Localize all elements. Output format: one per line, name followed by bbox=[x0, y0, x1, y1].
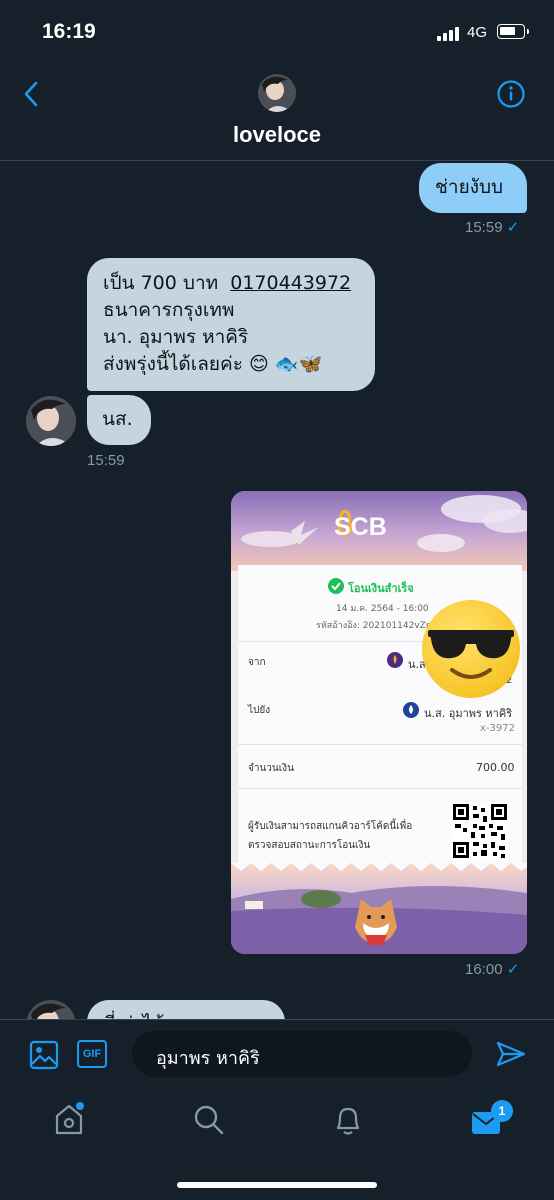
qr-note: ตรวจสอบสถานะการโอนเงิน bbox=[248, 840, 371, 851]
message-input-text[interactable]: อุมาพร หาคิริ bbox=[156, 1043, 260, 1072]
amount-value: 700.00 bbox=[476, 761, 515, 774]
to-label: ไปยัง bbox=[248, 705, 271, 716]
transfer-status: โอนเงินสำเร็จ bbox=[348, 582, 414, 595]
notifications-icon[interactable] bbox=[333, 1104, 363, 1136]
gif-button[interactable]: GIF bbox=[77, 1040, 107, 1068]
send-icon[interactable] bbox=[496, 1040, 526, 1068]
status-time: 16:19 bbox=[42, 20, 96, 43]
qr-code bbox=[451, 802, 509, 860]
message-text: นส. bbox=[102, 408, 133, 430]
receipt-divider bbox=[238, 788, 522, 789]
search-icon[interactable] bbox=[193, 1104, 225, 1136]
from-label: จาก bbox=[248, 657, 266, 668]
success-check-icon bbox=[328, 578, 344, 594]
info-icon[interactable] bbox=[496, 79, 526, 109]
message-bubble-incoming[interactable]: นส. bbox=[87, 395, 151, 445]
message-timestamp: 15:59 bbox=[87, 452, 125, 469]
bank-logo: SCB bbox=[334, 513, 387, 541]
back-icon[interactable] bbox=[20, 80, 44, 108]
message-text: ช่ายงับบ bbox=[435, 176, 504, 198]
message-text: เป็น 700 บาท 0170443972 ธนาคารกรุงเทพ นา… bbox=[103, 272, 352, 375]
avatar[interactable] bbox=[258, 74, 296, 112]
header-divider bbox=[0, 160, 554, 161]
image-icon[interactable] bbox=[29, 1040, 59, 1070]
messages-badge: 1 bbox=[491, 1100, 513, 1122]
signal-icon bbox=[437, 27, 459, 41]
home-indicator bbox=[177, 1182, 377, 1188]
transfer-receipt-image[interactable]: SCB โอนเงินสำเร็จ 14 ม.ค. 2564 - 16:00 ร… bbox=[231, 491, 527, 954]
sunglasses-emoji-sticker bbox=[422, 600, 520, 698]
avatar[interactable] bbox=[26, 396, 76, 446]
receipt-header: SCB bbox=[231, 491, 527, 571]
message-bubble-incoming[interactable]: เป็น 700 บาท 0170443972 ธนาคารกรุงเทพ นา… bbox=[87, 258, 375, 391]
conversation-title: loveloce bbox=[232, 122, 322, 147]
battery-icon bbox=[497, 24, 529, 39]
read-check-icon: ✓ bbox=[506, 961, 520, 978]
message-bubble-outgoing[interactable]: ช่ายงับบ bbox=[419, 163, 527, 213]
message-timestamp: 16:00 ✓ bbox=[465, 961, 520, 978]
bank-icon bbox=[403, 702, 419, 718]
receipt-divider bbox=[238, 744, 522, 745]
read-check-icon: ✓ bbox=[506, 219, 520, 236]
to-name: น.ส. อุมาพร หาคิริ bbox=[424, 707, 513, 720]
network-label: 4G bbox=[467, 24, 488, 41]
to-account: x-3972 bbox=[480, 723, 515, 734]
message-timestamp: 15:59 ✓ bbox=[465, 219, 520, 236]
receipt-footer-illustration bbox=[231, 863, 527, 954]
qr-note: ผู้รับเงินสามารถสแกนคิวอาร์โค้ดนี้เพื่อ bbox=[248, 821, 413, 832]
amount-label: จำนวนเงิน bbox=[248, 763, 294, 774]
account-number-link[interactable]: 0170443972 bbox=[230, 272, 351, 294]
home-icon[interactable] bbox=[53, 1102, 85, 1136]
composer-divider bbox=[0, 1019, 554, 1020]
transfer-datetime: 14 ม.ค. 2564 - 16:00 bbox=[336, 604, 429, 614]
bank-icon bbox=[387, 652, 403, 668]
